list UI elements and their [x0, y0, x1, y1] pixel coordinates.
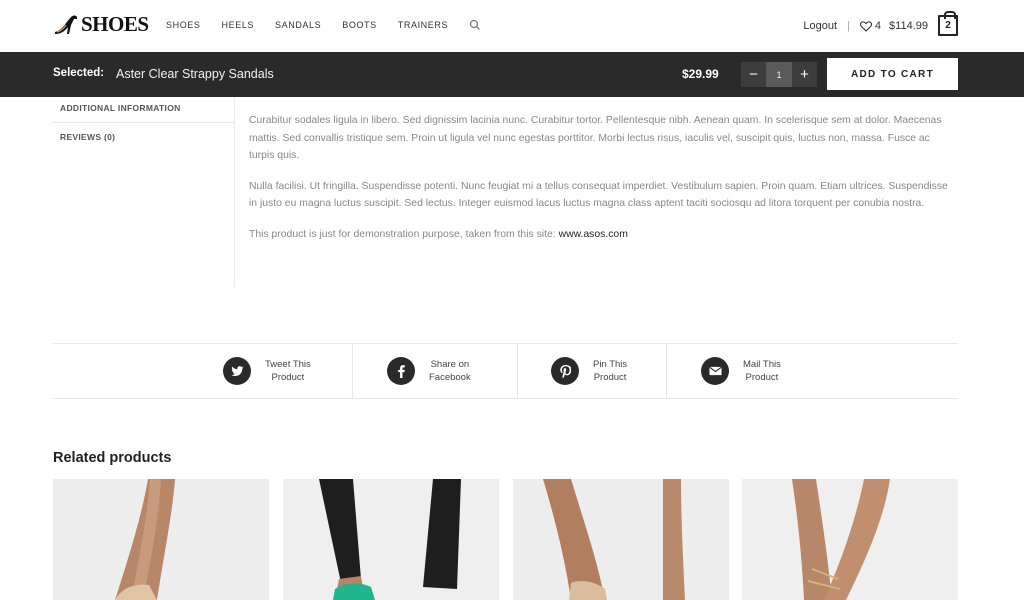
mail-icon: [701, 357, 729, 385]
related-product-3[interactable]: [513, 479, 729, 600]
site-logo[interactable]: SHOES: [53, 12, 149, 37]
high-heel-icon: [55, 15, 77, 34]
share-facebook-line2: Facebook: [429, 372, 471, 383]
wishlist-link[interactable]: 4: [859, 20, 882, 32]
add-to-cart-button[interactable]: ADD TO CART: [827, 58, 958, 90]
share-pinterest-button[interactable]: Pin This Product: [551, 344, 627, 398]
nav-item-boots[interactable]: BOOTS: [342, 20, 377, 30]
share-twitter-button[interactable]: Tweet This Product: [223, 344, 311, 398]
share-pinterest-line2: Product: [593, 372, 627, 383]
nav-item-shoes[interactable]: SHOES: [166, 20, 201, 30]
related-product-1[interactable]: [53, 479, 269, 600]
search-icon[interactable]: [469, 19, 481, 31]
product-tabs: ADDITIONAL INFORMATION REVIEWS (0): [53, 97, 234, 153]
cart-count: 2: [945, 20, 951, 31]
share-divider: [666, 344, 667, 398]
site-header: SHOES SHOES HEELS SANDALS BOOTS TRAINERS…: [0, 0, 1024, 52]
nav-item-trainers[interactable]: TRAINERS: [398, 20, 448, 30]
source-link[interactable]: www.asos.com: [559, 229, 628, 240]
tab-divider: [234, 97, 235, 287]
related-products-title: Related products: [53, 450, 172, 466]
qty-input[interactable]: 1: [766, 62, 792, 87]
main-nav: SHOES HEELS SANDALS BOOTS TRAINERS: [166, 19, 481, 31]
nav-item-sandals[interactable]: SANDALS: [275, 20, 321, 30]
description-source-text: This product is just for demonstration p…: [249, 228, 559, 240]
tab-reviews[interactable]: REVIEWS (0): [53, 123, 234, 153]
product-image-gold-strappy-sandal: [742, 479, 958, 600]
twitter-icon: [223, 357, 251, 385]
wishlist-count: 4: [874, 20, 882, 32]
description-paragraph-1: Curabitur sodales ligula in libero. Sed …: [249, 115, 942, 161]
qty-decrease-button[interactable]: −: [741, 62, 766, 87]
related-product-2[interactable]: [283, 479, 499, 600]
share-facebook-line1: Share on: [430, 359, 470, 370]
sticky-add-to-cart-bar: Selected: Aster Clear Strappy Sandals $2…: [0, 52, 1024, 97]
share-mail-button[interactable]: Mail This Product: [701, 344, 781, 398]
share-twitter-line1: Tweet This: [265, 359, 311, 370]
product-image-green-sandal-black-jeans: [283, 479, 499, 600]
cart-total: $114.99: [889, 20, 928, 32]
pinterest-icon: [551, 357, 579, 385]
description-paragraph-2: Nulla facilisi. Ut fringilla. Suspendiss…: [249, 180, 948, 210]
heart-icon: [859, 20, 872, 32]
share-mail-line2: Product: [745, 372, 779, 383]
qty-increase-button[interactable]: +: [792, 62, 817, 87]
header-account-area: Logout | 4 $114.99: [803, 14, 958, 38]
share-row: Tweet This Product Share on Facebook Pin T…: [53, 343, 958, 399]
share-facebook-button[interactable]: Share on Facebook: [387, 344, 471, 398]
share-pinterest-line1: Pin This: [593, 359, 628, 370]
selected-product-name: Aster Clear Strappy Sandals: [116, 67, 274, 81]
quantity-stepper: − 1 +: [741, 62, 817, 87]
cart-bag-icon[interactable]: 2: [938, 11, 958, 36]
share-divider: [517, 344, 518, 398]
selected-label: Selected:: [53, 67, 105, 79]
logo-text: SHOES: [81, 12, 149, 36]
share-twitter-line2: Product: [271, 372, 305, 383]
related-product-4[interactable]: [742, 479, 958, 600]
sticky-price: $29.99: [682, 67, 719, 81]
product-image-nude-strappy-sandal: [53, 479, 269, 600]
share-divider: [352, 344, 353, 398]
product-image-nude-heel: [513, 479, 729, 600]
share-mail-line1: Mail This: [743, 359, 781, 370]
tab-additional-information[interactable]: ADDITIONAL INFORMATION: [53, 97, 234, 123]
description-paragraph-3: This product is just for demonstration p…: [249, 226, 949, 244]
logout-link[interactable]: Logout: [803, 20, 837, 32]
nav-item-heels[interactable]: HEELS: [222, 20, 255, 30]
header-separator: |: [847, 20, 850, 32]
facebook-icon: [387, 357, 415, 385]
product-description: Curabitur sodales ligula in libero. Sed …: [249, 112, 949, 256]
